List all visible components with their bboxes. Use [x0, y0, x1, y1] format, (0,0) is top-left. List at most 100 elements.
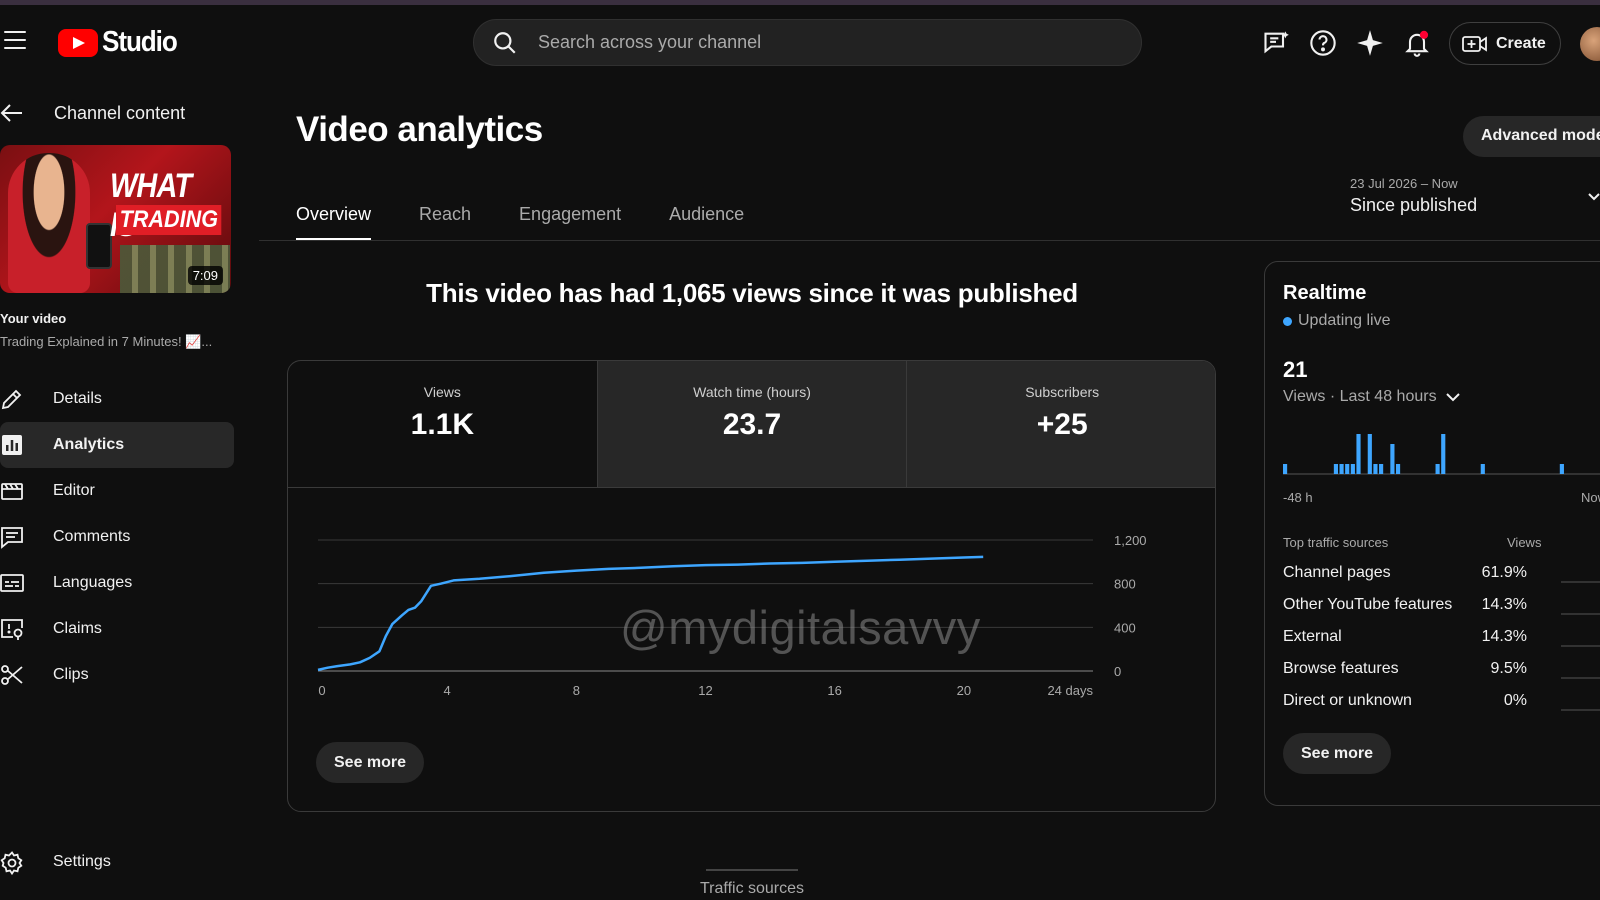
realtime-bar: [1480, 464, 1485, 474]
notification-icon[interactable]: [1403, 29, 1431, 57]
sparkle-icon[interactable]: [1356, 29, 1384, 57]
thumbnail-person: [8, 153, 90, 293]
scissors-icon: [1, 665, 23, 685]
traffic-source-percent: 0%: [1503, 692, 1527, 709]
tab-reach[interactable]: Reach: [419, 195, 471, 241]
sidebar-item-label: Comments: [53, 528, 131, 545]
traffic-source-label: Browse features: [1283, 660, 1399, 677]
sidebar-item-editor[interactable]: Editor: [0, 468, 234, 514]
sidebar-item-comments[interactable]: Comments: [0, 514, 234, 560]
realtime-bar-chart: [1283, 434, 1600, 475]
realtime-bar: [1283, 464, 1288, 474]
create-button[interactable]: Create: [1449, 22, 1561, 65]
gear-icon: [0, 851, 23, 875]
date-range-label: Since published: [1350, 195, 1478, 215]
realtime-card: Realtime Updating live 21 Views · Last 4…: [1264, 261, 1600, 806]
sidebar-item-details[interactable]: Details: [0, 376, 234, 422]
y-tick-label: 800: [1114, 577, 1136, 592]
traffic-sparkline: [1561, 677, 1600, 679]
realtime-bar: [1356, 434, 1361, 474]
live-label: Updating live: [1298, 312, 1391, 329]
thumbnail-phone: [86, 223, 112, 269]
create-label: Create: [1496, 34, 1546, 52]
sidebar-item-label: Editor: [53, 482, 95, 499]
sidebar-item-label: Details: [53, 390, 102, 407]
x-tick-label: 4: [444, 683, 451, 698]
realtime-bar: [1373, 464, 1378, 474]
search-bar[interactable]: [473, 19, 1142, 66]
tab-audience[interactable]: Audience: [669, 195, 744, 241]
realtime-bar: [1350, 464, 1355, 474]
section-divider: [706, 869, 798, 871]
tabs-divider: [259, 240, 1600, 241]
live-dot-icon: [1283, 316, 1292, 326]
realtime-metric-label: Views · Last 48 hours: [1283, 388, 1437, 405]
traffic-sparkline: [1561, 709, 1600, 711]
date-range-selector[interactable]: 23 Jul 2026 – Now Since published: [1350, 176, 1477, 216]
sidebar-item-label: Analytics: [53, 436, 125, 453]
realtime-bar: [1345, 464, 1350, 474]
metric-tabs: Views 1.1K Watch time (hours) 23.7 Subsc…: [288, 361, 1215, 488]
sidebar-item-analytics[interactable]: Analytics: [0, 422, 234, 468]
settings-label: Settings: [53, 853, 111, 870]
metric-value: +25: [1036, 408, 1088, 441]
sidebar-item-clips[interactable]: Clips: [0, 652, 234, 698]
metric-label: Watch time (hours): [693, 384, 811, 400]
page-title: Video analytics: [296, 110, 543, 149]
realtime-see-more-button[interactable]: See more: [1283, 733, 1392, 774]
back-arrow-icon[interactable]: [0, 101, 24, 125]
metric-label: Subscribers: [1025, 384, 1100, 400]
video-title: Trading Explained in 7 Minutes! 📈...: [0, 334, 213, 349]
sidebar-item-claims[interactable]: Claims: [0, 606, 234, 652]
help-icon[interactable]: [1309, 29, 1337, 57]
realtime-bar: [1339, 464, 1344, 474]
channel-content-link[interactable]: Channel content: [54, 103, 185, 124]
tab-overview[interactable]: Overview: [296, 195, 372, 241]
traffic-source-label: Other YouTube features: [1283, 596, 1453, 613]
traffic-sources-label[interactable]: Traffic sources: [700, 880, 804, 898]
sidebar: Channel content WHAT IS TRADING 7:09 You…: [0, 79, 236, 900]
youtube-play-icon: [58, 28, 98, 57]
realtime-bar: [1390, 444, 1395, 474]
sidebar-item-settings[interactable]: Settings: [0, 849, 234, 879]
avatar[interactable]: [1580, 27, 1600, 61]
search-icon[interactable]: [492, 30, 518, 56]
studio-logo[interactable]: Studio: [58, 26, 185, 59]
traffic-header: Top traffic sources: [1283, 535, 1389, 550]
metric-subscribers[interactable]: Subscribers +25: [907, 361, 1215, 488]
traffic-source-label: Channel pages: [1283, 564, 1391, 581]
realtime-title: Realtime: [1283, 282, 1367, 304]
traffic-source-row: Browse features 9.5%: [1283, 660, 1600, 692]
y-tick-label: 400: [1114, 620, 1136, 635]
realtime-axis-start: -48 h: [1283, 490, 1313, 505]
advanced-mode-button[interactable]: Advanced mode: [1463, 116, 1600, 157]
chevron-down-icon[interactable]: [1588, 192, 1600, 202]
sidebar-item-label: Claims: [53, 620, 102, 637]
video-thumbnail[interactable]: WHAT IS TRADING 7:09: [0, 145, 231, 293]
metric-views[interactable]: Views 1.1K: [288, 361, 598, 488]
views-header: Views: [1507, 535, 1542, 550]
metric-value: 1.1K: [410, 408, 475, 441]
tab-engagement[interactable]: Engagement: [519, 195, 621, 241]
analytics-tabs: Overview Reach Engagement Audience: [296, 195, 792, 241]
realtime-status: Updating live: [1283, 312, 1391, 330]
traffic-source-row: External 14.3%: [1283, 628, 1600, 660]
x-tick-label: 12: [698, 683, 712, 698]
feedback-icon[interactable]: [1262, 29, 1290, 57]
subtitles-icon: [0, 574, 24, 592]
sidebar-nav: Details Analytics Editor Comments Langua…: [0, 376, 236, 698]
realtime-metric-selector[interactable]: Views · Last 48 hours: [1283, 388, 1461, 406]
traffic-source-row: Direct or unknown 0%: [1283, 692, 1600, 724]
metric-value: 23.7: [722, 408, 782, 441]
sidebar-item-languages[interactable]: Languages: [0, 560, 234, 606]
traffic-source-percent: 61.9%: [1481, 564, 1527, 581]
y-tick-label: 0: [1114, 664, 1121, 679]
see-more-button[interactable]: See more: [316, 742, 425, 783]
metric-watch-time[interactable]: Watch time (hours) 23.7: [597, 361, 908, 488]
realtime-value: 21: [1283, 357, 1308, 382]
menu-icon[interactable]: [4, 31, 26, 49]
realtime-bar: [1379, 464, 1384, 474]
realtime-axis-end: Now: [1581, 490, 1600, 505]
search-input[interactable]: [538, 20, 1098, 65]
x-tick-label: 16: [827, 683, 841, 698]
